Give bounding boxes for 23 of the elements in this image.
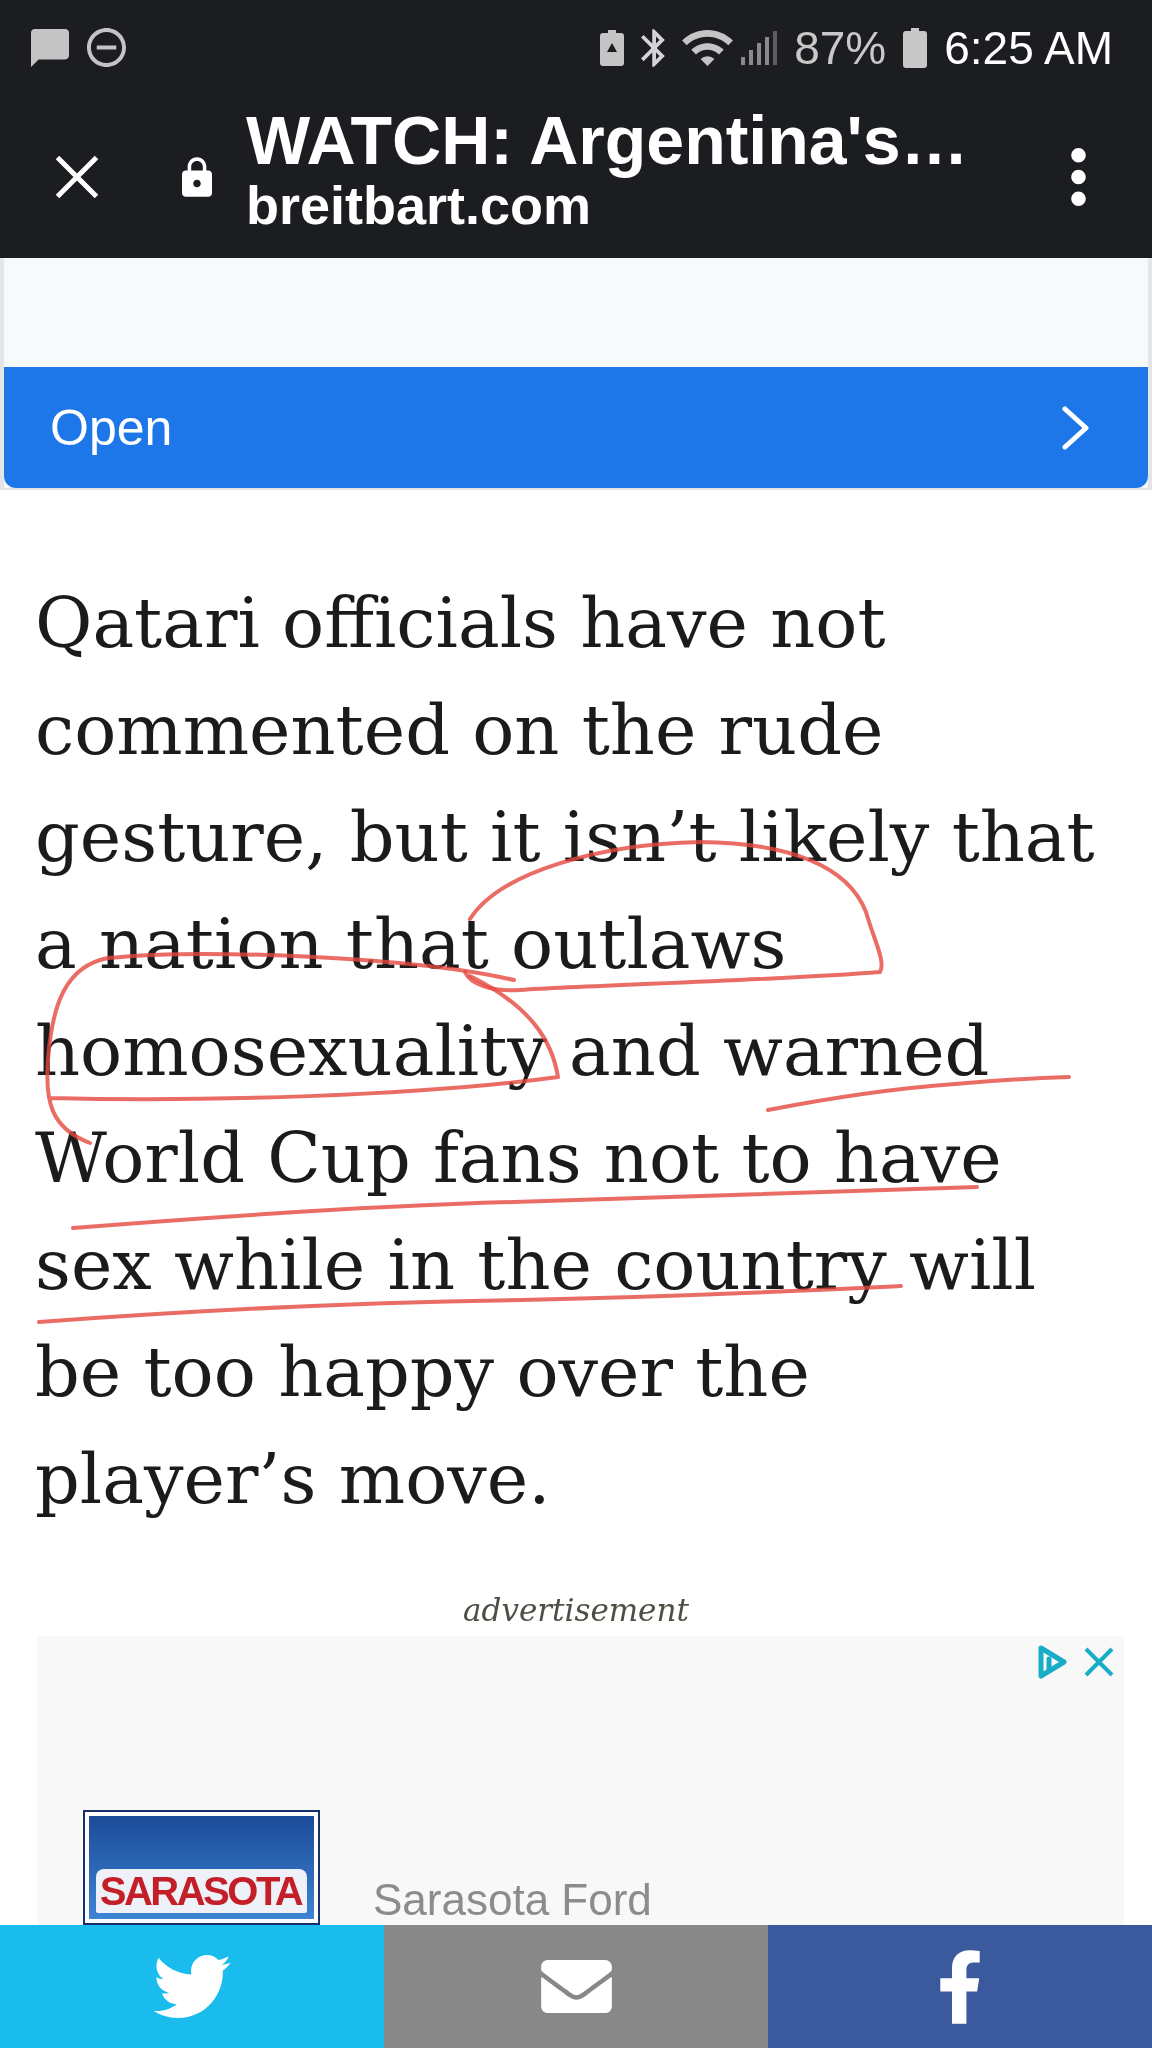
do-not-disturb-icon [87, 28, 126, 67]
envelope-icon [540, 1960, 612, 2013]
page-url: breitbart.com [246, 175, 592, 235]
chevron-right-icon [1062, 405, 1090, 450]
advertiser-name: Sarasota Ford [373, 1875, 652, 1925]
lock-icon [182, 156, 212, 197]
clock-time: 6:25 AM [944, 21, 1113, 74]
open-button[interactable]: Open [4, 367, 1148, 488]
bluetooth-icon [641, 28, 666, 67]
battery-icon [903, 27, 928, 68]
chat-bubble-icon [31, 28, 69, 67]
logo-text: SARASOTA [95, 1869, 308, 1913]
signal-icon [741, 30, 778, 65]
menu-icon[interactable] [1071, 147, 1086, 206]
advertisement-label: advertisement [463, 1591, 689, 1630]
wifi-icon [682, 29, 734, 66]
battery-percent: 87% [794, 21, 887, 74]
battery-triangle-icon [600, 29, 625, 66]
share-button[interactable] [384, 1925, 768, 2048]
bird-icon [153, 1955, 231, 2018]
play-triangle-icon[interactable] [1038, 1644, 1068, 1680]
share-button[interactable] [768, 1925, 1152, 2048]
f-logo-icon [937, 1949, 983, 2024]
